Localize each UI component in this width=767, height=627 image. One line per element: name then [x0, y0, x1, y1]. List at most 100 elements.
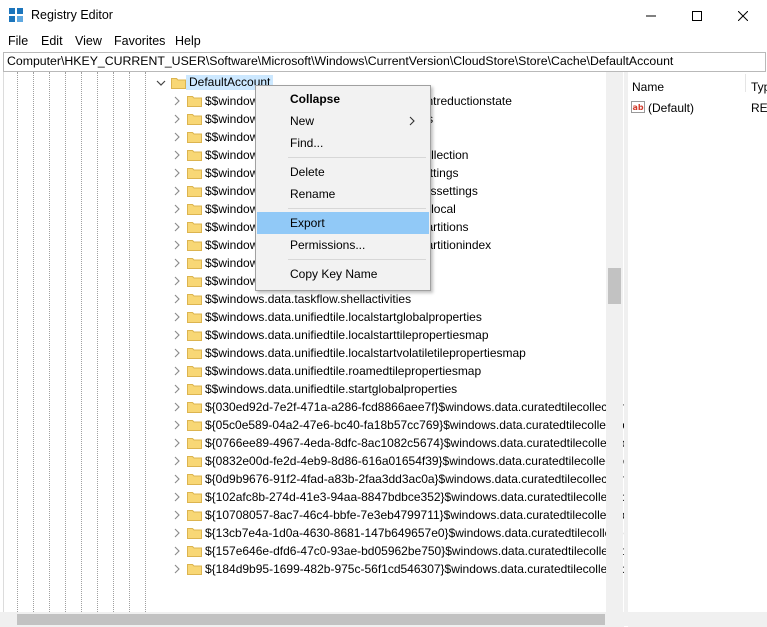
chevron-right-icon[interactable]	[172, 527, 182, 539]
chevron-right-icon[interactable]	[172, 509, 182, 521]
menu-help[interactable]: Help	[175, 34, 201, 48]
folder-icon	[171, 78, 186, 89]
address-bar[interactable]: Computer\HKEY_CURRENT_USER\Software\Micr…	[3, 52, 766, 72]
folder-icon	[187, 348, 202, 359]
menu-item-permissions[interactable]: Permissions...	[257, 234, 429, 256]
menu-view[interactable]: View	[75, 34, 102, 48]
tree-node[interactable]: ${05c0e589-04a2-47e6-bc40-fa18b57cc769}$…	[4, 416, 624, 434]
folder-icon	[187, 546, 202, 557]
menu-item-label: Export	[290, 216, 325, 230]
menu-item-export[interactable]: Export	[257, 212, 429, 234]
folder-icon	[187, 438, 202, 449]
folder-icon	[187, 330, 202, 341]
chevron-right-icon[interactable]	[172, 113, 182, 125]
tree-node-label: $$windows.data.taskflow.shellactivities	[205, 292, 412, 306]
values-list[interactable]	[628, 72, 767, 612]
minimize-button[interactable]	[628, 0, 674, 31]
tree-node-label: ${05c0e589-04a2-47e6-bc40-fa18b57cc769}$…	[205, 418, 624, 432]
column-header-type[interactable]: Type	[751, 80, 767, 94]
menu-item-find[interactable]: Find...	[257, 132, 429, 154]
chevron-right-icon[interactable]	[172, 221, 182, 233]
tree-node[interactable]: $$windows.data.unifiedtile.localstarttil…	[4, 326, 624, 344]
menu-item-delete[interactable]: Delete	[257, 161, 429, 183]
chevron-right-icon[interactable]	[172, 545, 182, 557]
menu-item-collapse[interactable]: Collapse	[257, 88, 429, 110]
chevron-down-icon[interactable]	[156, 77, 166, 89]
chevron-right-icon[interactable]	[172, 239, 182, 251]
chevron-right-icon[interactable]	[172, 149, 182, 161]
menu-file[interactable]: File	[8, 34, 28, 48]
folder-icon	[187, 474, 202, 485]
folder-icon	[187, 528, 202, 539]
tree-node[interactable]: $$windows.data.taskflow.shellactivities	[4, 290, 624, 308]
chevron-right-icon[interactable]	[172, 455, 182, 467]
menu-item-new[interactable]: New	[257, 110, 429, 132]
folder-icon	[187, 186, 202, 197]
folder-icon	[187, 168, 202, 179]
menu-edit[interactable]: Edit	[41, 34, 63, 48]
chevron-right-icon[interactable]	[172, 257, 182, 269]
address-path: Computer\HKEY_CURRENT_USER\Software\Micr…	[7, 54, 674, 68]
chevron-right-icon[interactable]	[172, 185, 182, 197]
chevron-right-icon[interactable]	[172, 401, 182, 413]
chevron-right-icon[interactable]	[172, 275, 182, 287]
chevron-right-icon[interactable]	[172, 167, 182, 179]
tree-node-label: ${13cb7e4a-1d0a-4630-8681-147b649657e0}$…	[205, 526, 624, 540]
menu-item-rename[interactable]: Rename	[257, 183, 429, 205]
tree-scroll-thumb[interactable]	[608, 268, 621, 304]
context-menu: Collapse New Find... Delete Rename Expor…	[255, 85, 431, 291]
chevron-right-icon[interactable]	[172, 311, 182, 323]
tree-node[interactable]: ${030ed92d-7e2f-471a-a286-fcd8866aee7f}$…	[4, 398, 624, 416]
chevron-right-icon[interactable]	[172, 437, 182, 449]
tree-node[interactable]: ${0d9b9676-91f2-4fad-a83b-2faa3dd3ac0a}$…	[4, 470, 624, 488]
chevron-right-icon[interactable]	[172, 329, 182, 341]
chevron-right-icon[interactable]	[172, 203, 182, 215]
tree-node[interactable]: ${184d9b95-1699-482b-975c-56f1cd546307}$…	[4, 560, 624, 578]
tree-node-label: $$windows.data.unifiedtile.startglobalpr…	[205, 382, 458, 396]
menu-item-label: New	[290, 114, 315, 128]
menu-item-copy-key-name[interactable]: Copy Key Name	[257, 263, 429, 285]
tree-vertical-scrollbar[interactable]	[606, 72, 623, 612]
values-horizontal-scrollbar[interactable]	[628, 612, 767, 627]
minimize-icon	[646, 15, 656, 16]
chevron-right-icon[interactable]	[172, 365, 182, 377]
tree-node[interactable]: ${13cb7e4a-1d0a-4630-8681-147b649657e0}$…	[4, 524, 624, 542]
tree-node[interactable]: ${157e646e-dfd6-47c0-93ae-bd05962be750}$…	[4, 542, 624, 560]
chevron-right-icon[interactable]	[172, 563, 182, 575]
folder-icon	[187, 564, 202, 575]
chevron-right-icon[interactable]	[172, 347, 182, 359]
chevron-right-icon[interactable]	[172, 293, 182, 305]
chevron-right-icon[interactable]	[172, 131, 182, 143]
chevron-right-icon[interactable]	[172, 419, 182, 431]
tree-node[interactable]: ${0766ee89-4967-4eda-8dfc-8ac1082c5674}$…	[4, 434, 624, 452]
tree-node[interactable]: $$windows.data.unifiedtile.localstartvol…	[4, 344, 624, 362]
folder-icon	[187, 114, 202, 125]
tree-hscroll-thumb[interactable]	[17, 614, 605, 625]
tree-node[interactable]: ${0832e00d-fe2d-4eb9-8d86-616a01654f39}$…	[4, 452, 624, 470]
folder-icon	[187, 276, 202, 287]
tree-node[interactable]: ${102afc8b-274d-41e3-94aa-8847bdbce352}$…	[4, 488, 624, 506]
maximize-button[interactable]	[674, 0, 720, 31]
tree-node-label: ${10708057-8ac7-46c4-bbfe-7e3eb4799711}$…	[205, 508, 624, 522]
tree-node-label: $$windows.data.unifiedtile.localstartvol…	[205, 346, 526, 360]
folder-icon	[187, 456, 202, 467]
menu-bar: File Edit View Favorites Help	[0, 31, 767, 51]
column-header-name[interactable]: Name	[632, 80, 664, 94]
tree-node[interactable]: $$windows.data.unifiedtile.localstartglo…	[4, 308, 624, 326]
chevron-right-icon[interactable]	[172, 95, 182, 107]
column-divider[interactable]	[745, 74, 746, 92]
tree-node[interactable]: $$windows.data.unifiedtile.startglobalpr…	[4, 380, 624, 398]
chevron-right-icon[interactable]	[172, 383, 182, 395]
string-value-icon: ab	[631, 101, 645, 113]
menu-favorites[interactable]: Favorites	[114, 34, 165, 48]
close-button[interactable]	[720, 0, 766, 31]
tree-node[interactable]: ${10708057-8ac7-46c4-bbfe-7e3eb4799711}$…	[4, 506, 624, 524]
menu-separator	[288, 157, 426, 158]
tree-node[interactable]: $$windows.data.unifiedtile.roamedtilepro…	[4, 362, 624, 380]
folder-icon	[187, 150, 202, 161]
folder-icon	[187, 402, 202, 413]
chevron-right-icon[interactable]	[172, 473, 182, 485]
value-name[interactable]: (Default)	[648, 101, 694, 115]
menu-item-label: Copy Key Name	[290, 267, 378, 281]
chevron-right-icon[interactable]	[172, 491, 182, 503]
